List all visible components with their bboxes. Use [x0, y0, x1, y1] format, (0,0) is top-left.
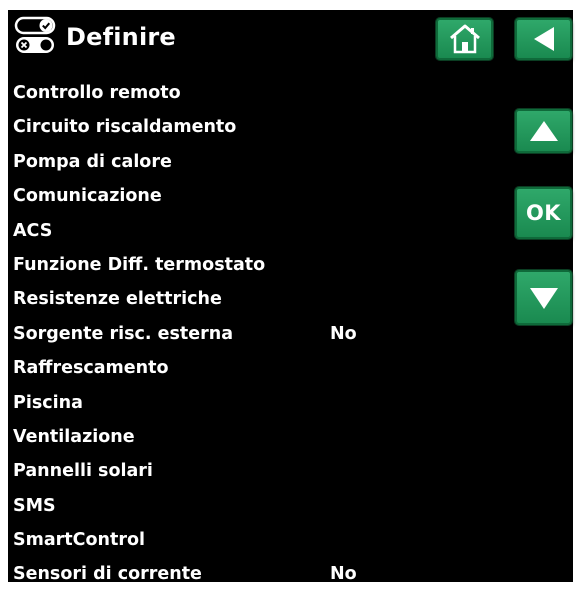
menu-item-value: No [330, 323, 357, 344]
menu-item-comunicazione[interactable]: Comunicazione [13, 179, 493, 213]
arrow-up-icon [529, 121, 558, 141]
menu-item-ventilazione[interactable]: Ventilazione [13, 420, 493, 454]
menu-item-circuito-riscaldamento[interactable]: Circuito riscaldamento [13, 110, 493, 144]
menu-item-label: Ventilazione [13, 426, 135, 447]
menu-item-resistenze-elettriche[interactable]: Resistenze elettriche [13, 282, 493, 316]
menu-item-acs[interactable]: ACS [13, 214, 493, 248]
menu-item-pannelli-solari[interactable]: Pannelli solari [13, 454, 493, 488]
scroll-up-button[interactable] [515, 109, 572, 153]
menu-item-label: ACS [13, 220, 53, 241]
menu-item-label: Pompa di calore [13, 151, 172, 172]
menu-item-label: Sensori di corrente [13, 564, 202, 585]
menu-item-label: Circuito riscaldamento [13, 117, 237, 138]
menu-item-label: Comunicazione [13, 186, 162, 207]
menu-item-raffrescamento[interactable]: Raffrescamento [13, 351, 493, 385]
menu-item-label: Controllo remoto [13, 83, 181, 103]
display-screen: Definire OK Controllo remoto Circuito ri… [0, 0, 581, 590]
menu-item-label: Pannelli solari [13, 461, 153, 482]
menu-item-label: Sorgente risc. esterna [13, 323, 234, 344]
settings-menu: Controllo remoto Circuito riscaldamento … [13, 76, 493, 592]
scroll-down-button[interactable] [515, 270, 572, 325]
ok-button[interactable]: OK [515, 187, 572, 239]
toggle-switches-icon [14, 16, 56, 53]
home-icon [449, 24, 480, 54]
menu-item-label: Funzione Diff. termostato [13, 254, 266, 275]
menu-item-controllo-remoto[interactable]: Controllo remoto [13, 76, 493, 110]
menu-item-label: Resistenze elettriche [13, 289, 222, 310]
menu-item-label: Raffrescamento [13, 358, 169, 379]
menu-item-value: No [330, 564, 357, 585]
back-button[interactable] [515, 18, 572, 60]
menu-item-sorgente-risc-esterna[interactable]: Sorgente risc. esterna No [13, 317, 493, 351]
ok-label: OK [525, 201, 562, 225]
menu-item-sensori-di-corrente[interactable]: Sensori di corrente No [13, 557, 493, 591]
menu-item-pompa-di-calore[interactable]: Pompa di calore [13, 145, 493, 179]
menu-item-sms[interactable]: SMS [13, 489, 493, 523]
menu-item-label: SMS [13, 495, 56, 516]
menu-item-label: Piscina [13, 392, 83, 413]
menu-item-funzione-diff-termostato[interactable]: Funzione Diff. termostato [13, 248, 493, 282]
back-arrow-icon [533, 27, 554, 51]
page-title: Definire [66, 23, 176, 51]
menu-item-piscina[interactable]: Piscina [13, 386, 493, 420]
menu-item-label: SmartControl [13, 530, 145, 551]
menu-item-smartcontrol[interactable]: SmartControl [13, 523, 493, 557]
arrow-down-icon [529, 287, 558, 309]
home-button[interactable] [436, 18, 493, 60]
